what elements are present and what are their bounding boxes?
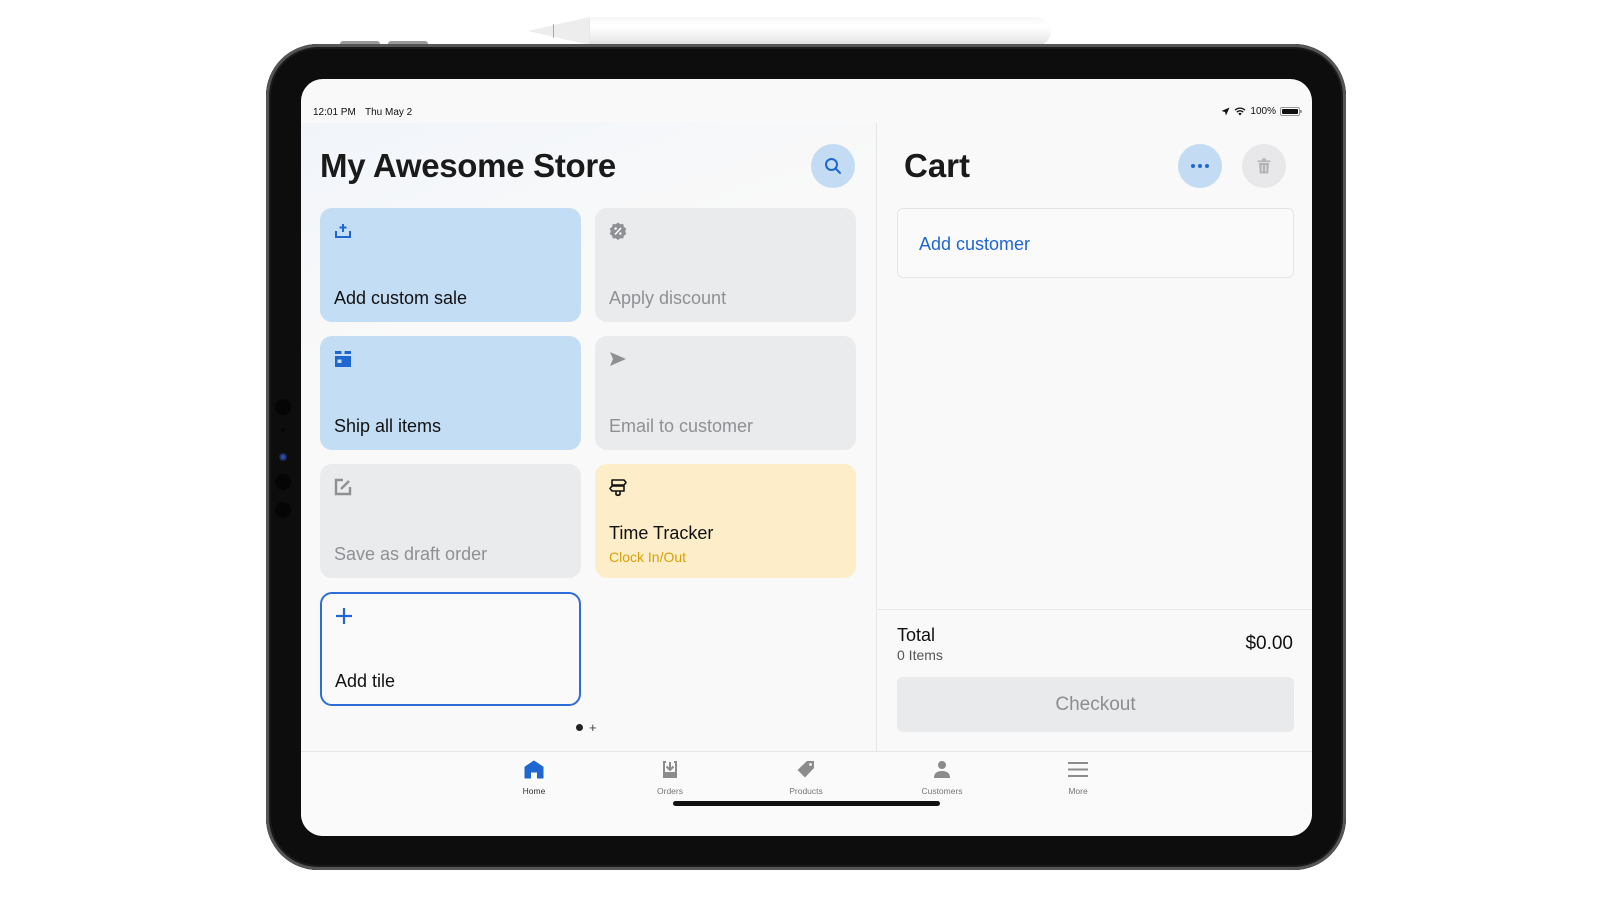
tab-label: Products [789, 786, 823, 796]
tile-label: Add tile [335, 671, 396, 691]
wifi-icon [1234, 107, 1246, 116]
add-page-button[interactable]: + [589, 721, 597, 734]
page-indicator[interactable]: + [576, 721, 597, 734]
front-camera-lens [279, 453, 287, 461]
location-arrow-icon [1221, 107, 1230, 116]
more-horizontal-icon-dot [1205, 164, 1209, 168]
tile-label: Email to customer [609, 416, 754, 436]
tab-home[interactable]: Home [494, 758, 574, 796]
apple-pencil [528, 15, 1050, 45]
clear-cart-button[interactable] [1242, 144, 1286, 188]
trash-icon [1257, 158, 1271, 174]
add-customer-link[interactable]: Add customer [919, 234, 1030, 255]
add-to-tray-icon [335, 224, 351, 238]
tab-orders[interactable]: Orders [630, 758, 710, 796]
tile-ship-all-items[interactable]: Ship all items [320, 336, 581, 450]
cart-title: Cart [904, 147, 971, 184]
status-date: Thu May 2 [365, 107, 413, 118]
more-horizontal-icon-dot [1198, 164, 1202, 168]
tile-email-to-customer[interactable]: Email to customer [595, 336, 856, 450]
tile-add-tile[interactable]: Add tile [320, 592, 581, 706]
store-pane: My Awesome Store Add custom sale Apply d… [301, 123, 876, 751]
items-count: 0 Items [897, 647, 943, 663]
tile-label: Apply discount [609, 288, 727, 308]
tile-sublabel: Clock In/Out [609, 549, 687, 565]
page-dot-active[interactable] [576, 724, 583, 731]
status-indicators: 100% [1221, 106, 1302, 117]
battery-icon [1280, 107, 1302, 116]
sensor-dot [275, 502, 291, 518]
total-label: Total [897, 625, 936, 645]
edit-note-icon [334, 478, 352, 496]
cart-pane: Cart Add customer Total 0 Items $0.00 Ch… [877, 123, 1312, 751]
pencil-tip-ring [553, 24, 554, 38]
tile-label: Save as draft order [334, 544, 488, 564]
tab-products[interactable]: Products [766, 758, 846, 796]
tab-more[interactable]: More [1038, 758, 1118, 796]
pencil-body [590, 17, 1050, 45]
search-icon [825, 158, 841, 174]
total-amount: $0.00 [1245, 633, 1293, 654]
store-title: My Awesome Store [320, 147, 616, 184]
tile-time-tracker[interactable]: Time Tracker Clock In/Out [595, 464, 856, 578]
status-bar: 12:01 PM Thu May 2 100% [301, 79, 1312, 119]
person-icon [934, 760, 950, 778]
tab-label: Orders [657, 786, 683, 796]
search-button[interactable] [811, 144, 855, 188]
battery-percent: 100% [1250, 106, 1276, 117]
tile-label: Add custom sale [334, 288, 468, 308]
status-time: 12:01 PM [313, 107, 356, 118]
orders-inbox-icon [663, 760, 677, 778]
discount-badge-icon [609, 222, 627, 240]
tab-label: Home [522, 786, 546, 796]
cart-more-button[interactable] [1178, 144, 1222, 188]
more-horizontal-icon-dot [1191, 164, 1195, 168]
cart-footer-divider [877, 609, 1312, 610]
app-screen: 12:01 PM Thu May 2 100% My Awesome Store [301, 79, 1312, 836]
home-indicator[interactable] [673, 801, 940, 806]
battery-level [1282, 109, 1298, 114]
send-icon [610, 352, 626, 366]
tile-save-as-draft-order[interactable]: Save as draft order [320, 464, 581, 578]
checkout-button[interactable]: Checkout [897, 677, 1294, 732]
tile-label: Ship all items [334, 416, 442, 436]
tab-label: Customers [921, 786, 963, 796]
tile-label: Time Tracker [609, 523, 714, 543]
tag-icon [797, 760, 814, 777]
customer-section: Add customer [897, 208, 1294, 278]
sensor-dot [275, 399, 291, 415]
sensor-dot [275, 474, 291, 490]
menu-icon [1068, 761, 1088, 777]
sensor-dot-small [281, 428, 285, 432]
signpost-icon [609, 479, 627, 497]
bottom-tab-bar: Home Orders Products Customers More [301, 751, 1312, 836]
tile-apply-discount[interactable]: Apply discount [595, 208, 856, 322]
tab-label: More [1068, 786, 1088, 796]
tile-add-custom-sale[interactable]: Add custom sale [320, 208, 581, 322]
plus-icon [336, 608, 352, 624]
pencil-tip [528, 17, 590, 45]
home-icon [524, 760, 544, 778]
shipping-box-icon [335, 351, 351, 367]
tab-customers[interactable]: Customers [902, 758, 982, 796]
